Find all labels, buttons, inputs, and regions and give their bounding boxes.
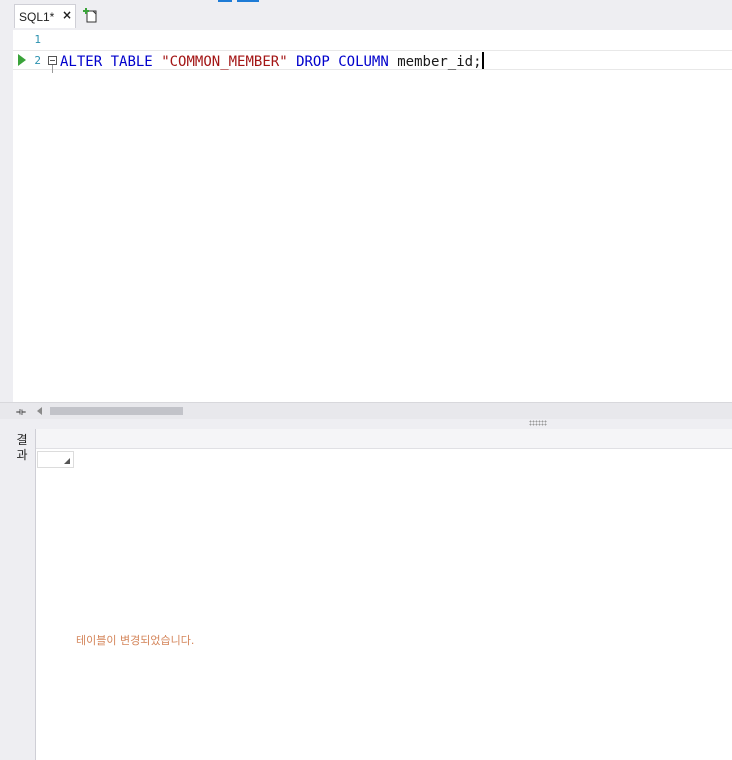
close-icon[interactable]: × (62, 8, 72, 22)
pane-splitter[interactable] (0, 419, 732, 429)
sql-statement[interactable]: ALTER TABLE "COMMON_MEMBER" DROP COLUMN … (60, 52, 484, 70)
result-sidebar: 결과 (0, 429, 36, 760)
sql-editor[interactable]: 1 2 ALTER TABLE "COMMON_MEMBER" DROP COL… (0, 30, 732, 402)
editor-margin (0, 30, 13, 402)
fold-guide (52, 65, 53, 73)
editor-line-1[interactable]: 1 (13, 30, 732, 50)
line-number: 2 (34, 54, 41, 67)
grid-corner[interactable] (37, 451, 74, 468)
scrollbar-thumb[interactable] (50, 407, 183, 415)
keyword: DROP (296, 54, 330, 70)
accent-mark (218, 0, 232, 2)
identifier: member_id; (397, 54, 482, 70)
result-toolbar (36, 429, 732, 449)
split-icon[interactable]: ⟛ (16, 405, 26, 419)
keyword: COLUMN (338, 54, 389, 70)
line-number: 1 (34, 33, 41, 46)
scroll-left-icon[interactable] (37, 407, 42, 415)
tab-sql1[interactable]: SQL1* × (14, 4, 76, 28)
horizontal-scrollbar[interactable]: ⟛ (0, 402, 732, 419)
result-pane: 결과 테이블이 변경되었습니다. (0, 429, 732, 760)
tab-label: SQL1* (19, 10, 55, 24)
fold-icon[interactable] (48, 56, 57, 65)
tab-strip: SQL1* × (0, 0, 732, 30)
result-message: 테이블이 변경되었습니다. (76, 634, 195, 647)
new-tab-icon[interactable] (82, 7, 98, 23)
result-tab[interactable]: 결과 (13, 433, 31, 463)
string-literal: "COMMON_MEMBER" (161, 54, 288, 70)
run-arrow-icon (18, 54, 26, 66)
accent-mark (237, 0, 259, 2)
text-caret (481, 52, 484, 69)
keyword: ALTER (60, 54, 103, 70)
keyword: TABLE (110, 54, 153, 70)
editor-line-2[interactable]: 2 ALTER TABLE "COMMON_MEMBER" DROP COLUM… (13, 50, 732, 73)
splitter-grip[interactable] (529, 420, 547, 426)
